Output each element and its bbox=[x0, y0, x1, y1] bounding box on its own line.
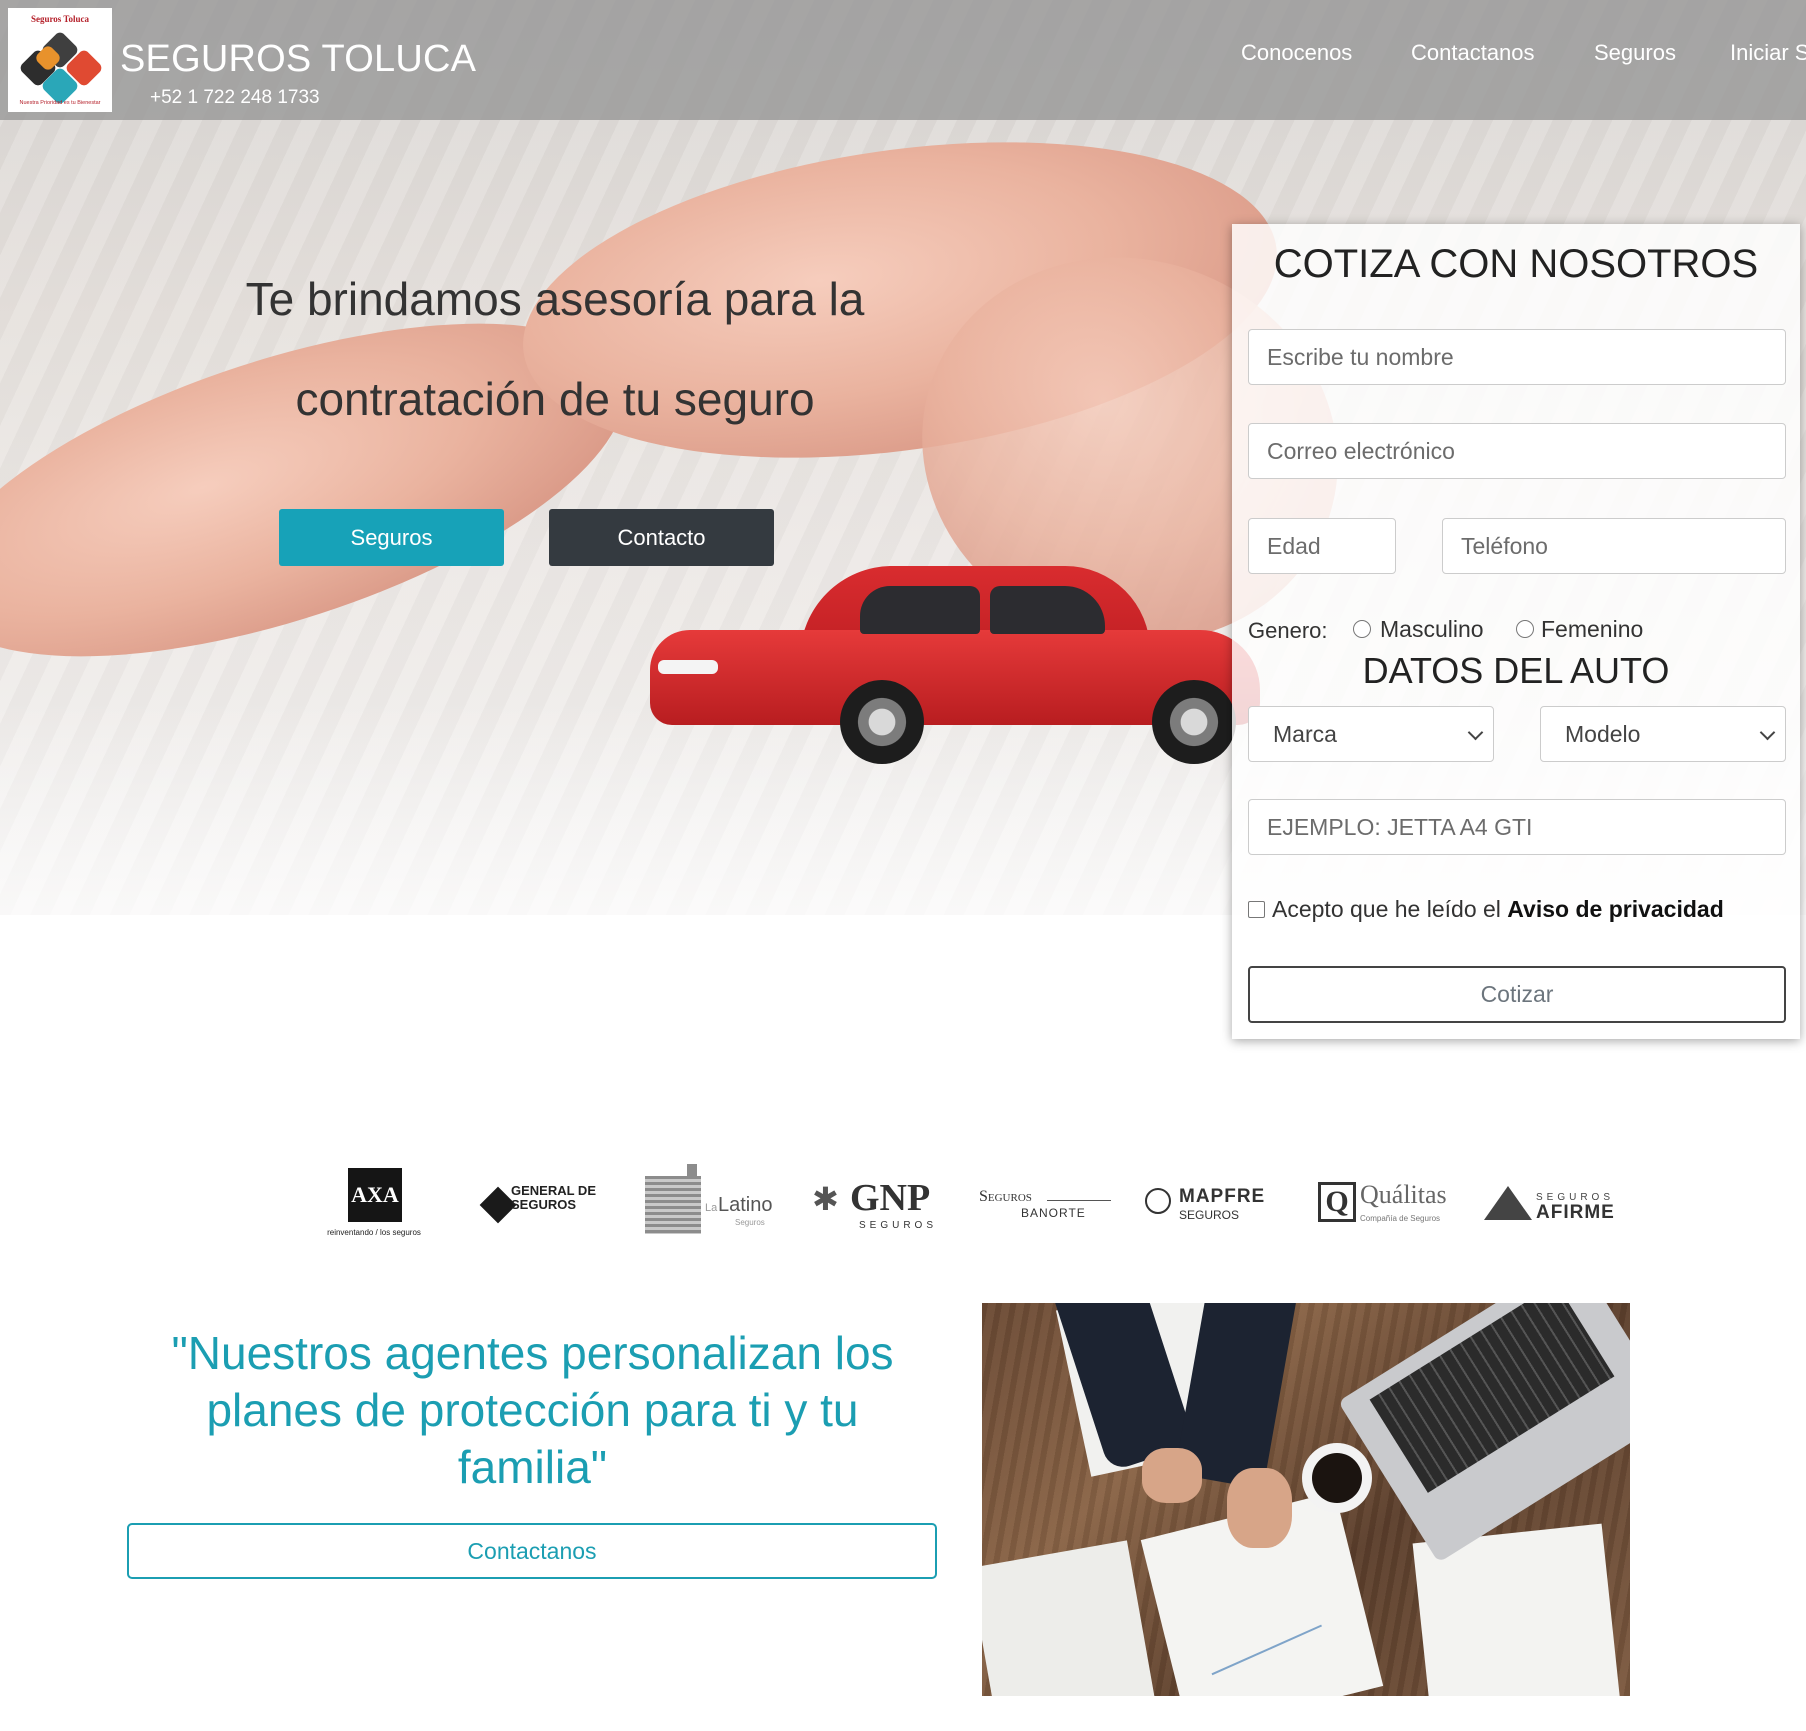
axa-logo-mark: AXA bbox=[348, 1168, 402, 1222]
qualitas-text: Quálitas bbox=[1360, 1180, 1447, 1209]
gnp-text: GNP bbox=[850, 1177, 931, 1219]
phone-input[interactable]: Teléfono bbox=[1442, 518, 1786, 574]
form-title: COTIZA CON NOSOTROS bbox=[1273, 242, 1759, 286]
top-navbar: Seguros Toluca Nuestra Prioridad es tu B… bbox=[0, 0, 1806, 120]
nav-conocenos[interactable]: Conocenos bbox=[1241, 40, 1352, 66]
latino-text: Latino bbox=[718, 1194, 773, 1216]
banorte-top: Seguros bbox=[979, 1188, 1032, 1205]
logo-text-bottom: Nuestra Prioridad es tu Bienestar bbox=[19, 100, 101, 106]
agents-quote: "Nuestros agentes personalizan los plane… bbox=[171, 1327, 894, 1493]
seguros-banorte-logo: Seguros BANORTE bbox=[977, 1164, 1112, 1244]
mapfre-sub: SEGUROS bbox=[1179, 1208, 1240, 1222]
gnp-seguros-logo: ✱ GNP SEGUROS bbox=[812, 1164, 947, 1244]
brand-logo[interactable]: Seguros Toluca Nuestra Prioridad es tu B… bbox=[8, 8, 112, 112]
mapfre-text: MAPFRE bbox=[1179, 1186, 1266, 1207]
nav-iniciar-sesion[interactable]: Iniciar S bbox=[1730, 40, 1806, 66]
name-input[interactable]: Escribe tu nombre bbox=[1248, 329, 1786, 385]
chevron-down-icon bbox=[1759, 724, 1776, 741]
brand-select[interactable]: Marca bbox=[1248, 706, 1494, 762]
car-version-input[interactable]: EJEMPLO: JETTA A4 GTI bbox=[1248, 799, 1786, 855]
hero-seguros-button[interactable]: Seguros bbox=[279, 509, 504, 566]
general-de-seguros-text: GENERAL DE SEGUROS bbox=[511, 1183, 596, 1212]
general-de-seguros-logo: GENERAL DE SEGUROS bbox=[479, 1164, 603, 1244]
hero-contacto-button[interactable]: Contacto bbox=[549, 509, 774, 566]
radio-femenino-label[interactable]: Femenino bbox=[1541, 616, 1643, 643]
contactanos-button[interactable]: Contactanos bbox=[127, 1523, 937, 1579]
afirme-text: AFIRME bbox=[1536, 1202, 1615, 1223]
radio-masculino-label[interactable]: Masculino bbox=[1380, 616, 1484, 643]
latino-seguros-logo: La Latino Seguros bbox=[643, 1164, 778, 1244]
latino-sub: Seguros bbox=[735, 1218, 765, 1227]
nav-seguros[interactable]: Seguros bbox=[1594, 40, 1676, 66]
chevron-down-icon bbox=[1467, 724, 1484, 741]
radio-femenino[interactable] bbox=[1516, 620, 1534, 638]
gender-label: Genero: bbox=[1248, 618, 1328, 643]
gnp-sub: SEGUROS bbox=[858, 1220, 937, 1231]
privacy-checkbox[interactable] bbox=[1248, 901, 1265, 918]
banorte-bottom: BANORTE bbox=[1021, 1206, 1086, 1220]
seguros-afirme-logo: SEGUROS AFIRME bbox=[1482, 1164, 1617, 1244]
email-input[interactable]: Correo electrónico bbox=[1248, 423, 1786, 479]
hero-heading-line-2: contratación de tu seguro bbox=[295, 373, 815, 425]
header-phone: +52 1 722 248 1733 bbox=[150, 87, 320, 108]
logo-text-top: Seguros Toluca bbox=[30, 14, 90, 24]
privacy-label: Acepto que he leído el bbox=[1272, 896, 1501, 922]
quote-form: COTIZA CON NOSOTROS Escribe tu nombre Co… bbox=[1232, 224, 1800, 1039]
business-desk-photo bbox=[982, 1303, 1630, 1696]
axa-tagline: reinventando / los seguros bbox=[327, 1228, 421, 1237]
model-select-value: Modelo bbox=[1565, 720, 1641, 747]
nav-contactanos[interactable]: Contactanos bbox=[1411, 40, 1535, 66]
latino-prefix: La bbox=[705, 1202, 718, 1214]
mapfre-seguros-logo: MAPFRE SEGUROS bbox=[1145, 1164, 1280, 1244]
red-car-image bbox=[650, 560, 1260, 764]
qualitas-sub: Compañía de Seguros bbox=[1360, 1214, 1441, 1223]
model-select[interactable]: Modelo bbox=[1540, 706, 1786, 762]
age-input[interactable]: Edad bbox=[1248, 518, 1396, 574]
car-section-title: DATOS DEL AUTO bbox=[1362, 650, 1670, 691]
privacy-text: Acepto que he leído el Aviso de privacid… bbox=[1272, 896, 1724, 923]
privacy-link[interactable]: Aviso de privacidad bbox=[1507, 896, 1723, 922]
brand-select-value: Marca bbox=[1273, 720, 1337, 747]
axa-logo: AXA reinventando / los seguros bbox=[318, 1164, 430, 1244]
qualitas-logo: Q Quálitas Compañía de Seguros bbox=[1316, 1164, 1447, 1244]
radio-masculino[interactable] bbox=[1353, 620, 1371, 638]
cotizar-button[interactable]: Cotizar bbox=[1248, 966, 1786, 1023]
gnp-star-icon: ✱ bbox=[812, 1181, 839, 1217]
site-title[interactable]: SEGUROS TOLUCA bbox=[120, 38, 476, 81]
hero-heading-line-1: Te brindamos asesoría para la bbox=[245, 273, 865, 325]
